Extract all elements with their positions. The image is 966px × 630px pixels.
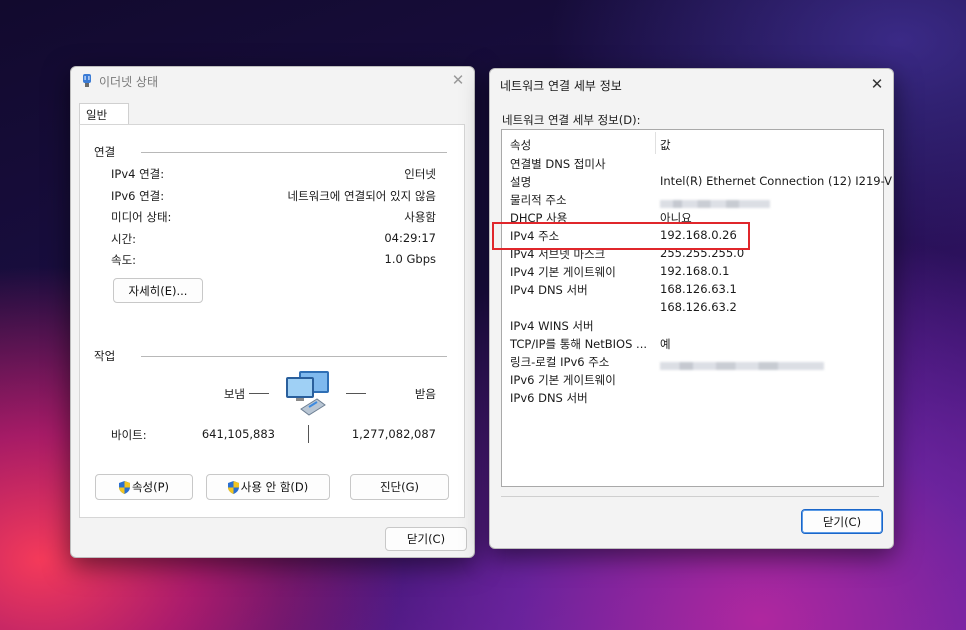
column-header-value[interactable]: 값: [660, 137, 671, 153]
title-bar[interactable]: 이더넷 상태 ✕: [71, 67, 474, 95]
duration-label: 시간:: [111, 232, 137, 246]
list-item[interactable]: 링크-로컬 IPv6 주소: [510, 354, 875, 372]
property-value: 168.126.63.1: [660, 282, 737, 296]
divider: [501, 496, 879, 497]
list-item[interactable]: 물리적 주소: [510, 192, 875, 210]
window-title: 이더넷 상태: [99, 75, 159, 89]
property-value: Intel(R) Ethernet Connection (12) I219-V: [660, 174, 892, 188]
divider: [141, 152, 447, 153]
close-icon[interactable]: ✕: [867, 74, 887, 94]
tab-panel: [79, 124, 465, 518]
properties-button-label: 속성(P): [131, 480, 170, 494]
list-item[interactable]: 연결별 DNS 접미사: [510, 156, 875, 174]
property-name: IPv6 기본 게이트웨이: [510, 373, 616, 387]
bytes-label: 바이트:: [111, 428, 147, 442]
received-label: 받음: [414, 387, 436, 401]
activity-section-header: 작업: [94, 349, 116, 363]
list-item[interactable]: IPv6 기본 게이트웨이: [510, 372, 875, 390]
details-button-label: 자세히(E)...: [128, 283, 188, 298]
bytes-sent-value: 641,105,883: [201, 427, 275, 441]
duration-value: 04:29:17: [384, 231, 436, 245]
bytes-received-value: 1,277,082,087: [351, 427, 436, 441]
ipv4-connection-label: IPv4 연결:: [111, 167, 165, 181]
list-item[interactable]: IPv4 기본 게이트웨이 192.168.0.1: [510, 264, 875, 282]
diagnose-button-label: 진단(G): [379, 480, 420, 494]
property-value: 예: [660, 337, 671, 351]
property-name: TCP/IP를 통해 NetBIOS ...: [510, 337, 648, 351]
tab-label: 일반: [86, 108, 108, 122]
ipv6-connection-label: IPv6 연결:: [111, 189, 165, 203]
bytes-separator: [308, 425, 309, 443]
sent-line: [249, 393, 269, 394]
list-item[interactable]: IPv4 WINS 서버: [510, 318, 875, 336]
media-state-value: 사용함: [404, 210, 436, 224]
ethernet-adapter-icon: [83, 74, 91, 87]
network-details-window: 네트워크 연결 세부 정보 ✕ 네트워크 연결 세부 정보(D): 속성 값 연…: [489, 68, 894, 549]
network-computers-icon: [286, 371, 329, 416]
column-divider[interactable]: [655, 132, 656, 154]
list-item[interactable]: 168.126.63.2: [510, 300, 875, 318]
disable-button[interactable]: 사용 안 함(D): [206, 474, 330, 500]
ipv4-connection-value: 인터넷: [404, 167, 436, 181]
ethernet-status-window: 이더넷 상태 ✕ 일반 연결 IPv4 연결: 인터넷 IPv6 연결: 네트워…: [70, 66, 475, 558]
sent-label: 보냄: [223, 387, 245, 401]
details-button[interactable]: 자세히(E)...: [113, 278, 203, 303]
property-name: 연결별 DNS 접미사: [510, 157, 606, 171]
tab-general[interactable]: 일반: [79, 103, 129, 125]
disable-button-label: 사용 안 함(D): [240, 480, 309, 494]
property-name: IPv4 DNS 서버: [510, 283, 588, 297]
divider: [141, 356, 447, 357]
media-state-label: 미디어 상태:: [111, 210, 172, 224]
title-bar[interactable]: 네트워크 연결 세부 정보 ✕: [490, 69, 893, 97]
list-item[interactable]: TCP/IP를 통해 NetBIOS ... 예: [510, 336, 875, 354]
received-line: [346, 393, 366, 394]
window-title: 네트워크 연결 세부 정보: [500, 79, 622, 93]
property-name: IPv4 WINS 서버: [510, 319, 594, 333]
redacted-mac-address: [660, 196, 770, 210]
ipv4-address-highlight-box: [492, 222, 750, 250]
close-button-label: 닫기(C): [406, 532, 446, 546]
property-value: 192.168.0.1: [660, 264, 730, 278]
property-name: 링크-로컬 IPv6 주소: [510, 355, 610, 369]
property-name: IPv6 DNS 서버: [510, 391, 588, 405]
close-button[interactable]: 닫기(C): [801, 509, 883, 534]
property-name: 설명: [510, 175, 532, 189]
property-value: 168.126.63.2: [660, 300, 737, 314]
close-icon[interactable]: ✕: [448, 70, 468, 90]
property-name: 물리적 주소: [510, 193, 567, 207]
details-list-label: 네트워크 연결 세부 정보(D):: [502, 113, 641, 127]
speed-value: 1.0 Gbps: [384, 252, 436, 266]
close-button[interactable]: 닫기(C): [385, 527, 467, 551]
column-header-property[interactable]: 속성: [510, 137, 531, 153]
uac-shield-icon: [118, 480, 130, 494]
close-button-label: 닫기(C): [822, 514, 862, 529]
list-item[interactable]: 설명 Intel(R) Ethernet Connection (12) I21…: [510, 174, 892, 192]
list-item[interactable]: IPv4 DNS 서버 168.126.63.1: [510, 282, 875, 300]
diagnose-button[interactable]: 진단(G): [350, 474, 449, 500]
list-item[interactable]: IPv6 DNS 서버: [510, 390, 875, 408]
speed-label: 속도:: [111, 253, 137, 267]
properties-button[interactable]: 속성(P): [95, 474, 193, 500]
details-list[interactable]: 속성 값 연결별 DNS 접미사 설명 Intel(R) Ethernet Co…: [501, 129, 892, 487]
property-name: IPv4 기본 게이트웨이: [510, 265, 616, 279]
connection-section-header: 연결: [94, 145, 116, 159]
uac-shield-icon: [227, 480, 239, 494]
ipv6-connection-value: 네트워크에 연결되어 있지 않음: [287, 189, 436, 203]
redacted-ipv6-address: [660, 358, 824, 372]
